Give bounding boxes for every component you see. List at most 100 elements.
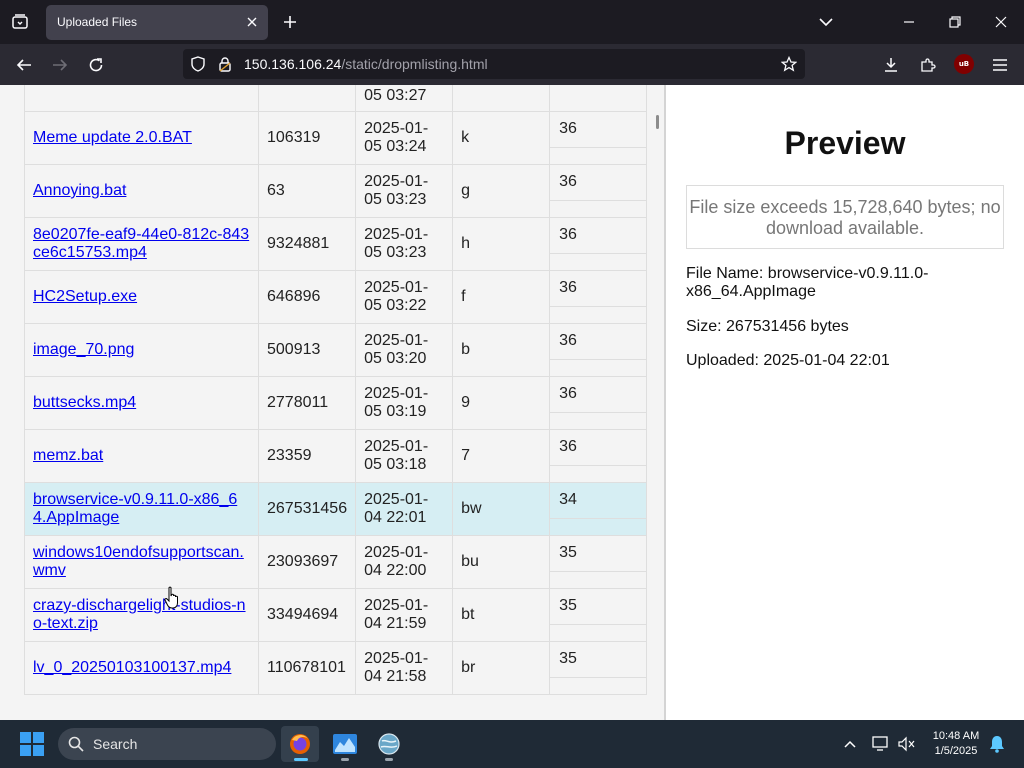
table-row[interactable]: lv_0_20250103100137.mp4 110678101 2025-01-… — [24, 641, 648, 695]
scrollbar-thumb[interactable] — [656, 115, 659, 129]
views-cell: 36 — [549, 111, 648, 165]
site-info-button[interactable] — [216, 55, 234, 73]
file-list-pane[interactable]: 05 03:27 Meme update 2.0.BAT 106319 2025-0… — [0, 85, 664, 720]
table-row[interactable]: crazy-dischargelight-studios-no-text.zip… — [24, 588, 648, 642]
file-link[interactable]: 8e0207fe-eaf9-44e0-812c-843ce6c15753.mp4 — [33, 226, 250, 262]
taskbar-firefox[interactable] — [281, 726, 319, 762]
table-row[interactable]: buttsecks.mp4 2778011 2025-01- 05 03:19 9 36 — [24, 376, 648, 430]
hash-cell — [452, 85, 551, 112]
windows-logo-icon — [20, 732, 31, 743]
ublock-icon[interactable]: uB — [954, 54, 974, 74]
table-row[interactable]: HC2Setup.exe 646896 2025-01- 05 03:22 f 36 — [24, 270, 648, 324]
table-row-partial[interactable]: 05 03:27 — [24, 85, 648, 112]
address-bar[interactable]: 150.136.106.24/static/dropmlisting.html — [183, 49, 805, 79]
taskbar-search[interactable]: Search — [58, 728, 276, 760]
tracking-protection-button[interactable] — [189, 55, 207, 73]
table-row[interactable]: 8e0207fe-eaf9-44e0-812c-843ce6c15753.mp4… — [24, 217, 648, 271]
date-line-2: 04 21:59 — [364, 615, 427, 632]
table-row[interactable]: browservice-v0.9.11.0-x86_64.AppImage 267… — [24, 482, 648, 536]
file-size: 646896 — [267, 288, 321, 305]
hash-cell: bu — [452, 535, 551, 589]
hash-cell: bw — [452, 482, 551, 536]
size-cell — [257, 85, 357, 112]
new-tab-button[interactable] — [278, 10, 302, 34]
clock-time: 10:48 AM — [932, 730, 980, 742]
file-link[interactable]: lv_0_20250103100137.mp4 — [33, 659, 250, 677]
tab-close-button[interactable] — [243, 13, 261, 31]
bookmark-button[interactable] — [780, 55, 798, 73]
clock-date: 1/5/2025 — [934, 745, 978, 757]
taskbar-app-2[interactable] — [326, 726, 364, 762]
file-size: 63 — [267, 182, 285, 199]
downloads-button[interactable] — [878, 52, 904, 78]
notifications-button[interactable] — [987, 734, 1007, 754]
file-link[interactable]: browservice-v0.9.11.0-x86_64.AppImage — [33, 491, 250, 527]
name-cell: 8e0207fe-eaf9-44e0-812c-843ce6c15753.mp4 — [24, 217, 259, 271]
search-icon — [68, 736, 84, 752]
speaker-muted-icon — [898, 736, 915, 752]
download-icon — [885, 58, 897, 72]
file-hash: f — [461, 288, 466, 305]
tab-list-button[interactable] — [8, 10, 32, 34]
hamburger-icon — [993, 59, 1007, 71]
file-link[interactable]: memz.bat — [33, 447, 250, 465]
chart-app-icon — [333, 734, 357, 754]
file-link[interactable]: crazy-dischargelight-studios-no-text.zip — [33, 597, 250, 633]
file-link[interactable]: buttsecks.mp4 — [33, 394, 250, 412]
size-cell: 9324881 — [257, 217, 357, 271]
network-tray-icon[interactable] — [871, 734, 891, 754]
file-link[interactable]: windows10endofsupportscan.wmv — [33, 544, 250, 580]
table-row[interactable]: Annoying.bat 63 2025-01- 05 03:23 g 36 — [24, 164, 648, 218]
window-close-button[interactable] — [985, 6, 1017, 38]
file-size: 23359 — [267, 447, 312, 464]
reload-icon — [89, 58, 103, 72]
preview-upload-date: Uploaded: 2025-01-04 22:01 — [686, 352, 890, 369]
table-row[interactable]: Meme update 2.0.BAT 106319 2025-01- 05 03:2… — [24, 111, 648, 165]
list-all-tabs-button[interactable] — [814, 10, 838, 34]
network-icon — [872, 736, 888, 751]
table-row[interactable]: image_70.png 500913 2025-01- 05 03:20 b 36 — [24, 323, 648, 377]
tab-uploaded-files[interactable]: Uploaded Files — [46, 5, 268, 40]
file-link[interactable]: HC2Setup.exe — [33, 288, 250, 306]
size-cell: 33494694 — [257, 588, 357, 642]
size-cell: 110678101 — [257, 641, 357, 695]
table-row[interactable]: windows10endofsupportscan.wmv 23093697 202… — [24, 535, 648, 589]
file-size: 23093697 — [267, 553, 339, 570]
file-hash: k — [461, 129, 470, 146]
start-button[interactable] — [20, 732, 44, 756]
file-link[interactable]: Annoying.bat — [33, 182, 250, 200]
date-cell: 05 03:27 — [355, 85, 454, 112]
menu-button[interactable] — [987, 52, 1013, 78]
view-count: 35 — [550, 589, 647, 625]
size-cell: 2778011 — [257, 376, 357, 430]
minimize-button[interactable] — [893, 6, 925, 38]
date-cell: 2025-01- 05 03:23 — [355, 164, 454, 218]
taskbar-app-3[interactable] — [370, 726, 408, 762]
file-link[interactable]: image_70.png — [33, 341, 250, 359]
hash-cell: b — [452, 323, 551, 377]
name-cell: lv_0_20250103100137.mp4 — [24, 641, 259, 695]
date-cell: 2025-01- 05 03:22 — [355, 270, 454, 324]
table-row[interactable]: memz.bat 23359 2025-01- 05 03:18 7 36 — [24, 429, 648, 483]
file-link[interactable]: Meme update 2.0.BAT — [33, 129, 250, 147]
hand-cursor-icon — [164, 586, 178, 609]
minimize-icon — [904, 21, 914, 23]
restore-button[interactable] — [939, 6, 971, 38]
size-cell: 267531456 — [257, 482, 357, 536]
preview-notice: File size exceeds 15,728,640 bytes; no d… — [686, 185, 1004, 249]
size-cell: 63 — [257, 164, 357, 218]
views-cell: 36 — [549, 376, 648, 430]
url-text[interactable]: 150.136.106.24/static/dropmlisting.html — [244, 56, 488, 72]
file-hash: 9 — [461, 394, 470, 411]
reload-button[interactable] — [83, 52, 109, 78]
date-line-1: 2025-01- — [364, 173, 429, 190]
tray-overflow-button[interactable] — [840, 734, 860, 754]
hash-cell: k — [452, 111, 551, 165]
view-count: 36 — [550, 271, 647, 307]
volume-tray-icon[interactable] — [897, 734, 917, 754]
system-clock[interactable]: 10:48 AM 1/5/2025 — [928, 729, 984, 759]
back-button[interactable] — [11, 52, 37, 78]
file-hash: g — [461, 182, 470, 199]
forward-button[interactable] — [47, 52, 73, 78]
extensions-button[interactable] — [915, 52, 941, 78]
